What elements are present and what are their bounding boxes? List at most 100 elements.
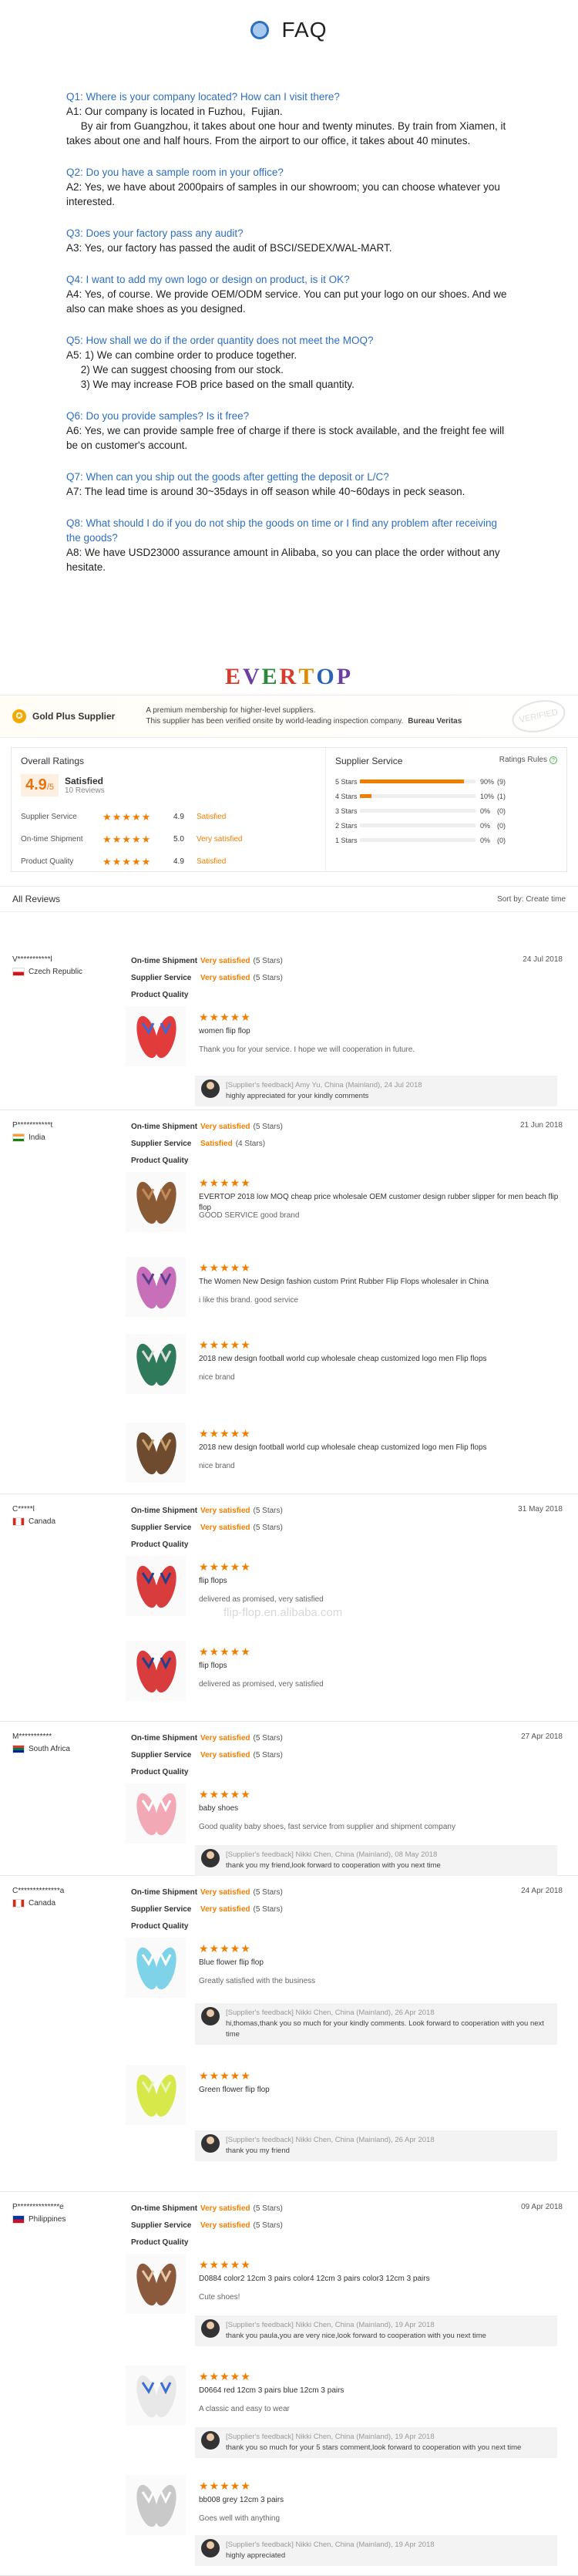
review-ratings: On-time Shipment Very satisfied (5 Stars) S…: [131, 1729, 283, 1780]
product-thumbnail[interactable]: [126, 1783, 186, 1844]
product-star-rating: ★★★★★: [199, 1261, 251, 1274]
reviewer-name: P**************e: [12, 2203, 64, 2211]
reviewer-name: C*****l: [12, 1505, 35, 1514]
reviewer-name: C**************a: [12, 1887, 65, 1895]
product-thumbnail[interactable]: [126, 1641, 186, 1701]
gold-medal-icon: ✪: [12, 709, 26, 723]
faq-answer: A2: Yes, we have about 2000pairs of samp…: [66, 181, 503, 207]
reviewer-name: M***********: [12, 1732, 52, 1741]
country-name: Canada: [29, 1899, 56, 1908]
rating-value: Satisfied: [200, 1139, 233, 1148]
product-thumbnail[interactable]: [126, 1172, 186, 1232]
product-thumbnail[interactable]: [126, 1423, 186, 1483]
brand-letter: E: [224, 664, 243, 689]
ratings-rules-link[interactable]: Ratings Rules?: [499, 756, 557, 766]
reviewer-country: Philippines: [12, 2215, 66, 2224]
flag-icon: [12, 1745, 25, 1753]
dimension-label: Satisfied: [197, 857, 227, 866]
rating-dimension: On-time Shipment ★★★★★ 5.0 Very satisfied: [21, 828, 316, 850]
product-title-link[interactable]: The Women New Design fashion custom Prin…: [199, 1277, 561, 1288]
flag-icon: [12, 2215, 25, 2224]
feedback-author: [Supplier's feedback] Amy Yu, China (Mai…: [226, 1081, 422, 1089]
product-title-link[interactable]: 2018 new design football world cup whole…: [199, 1354, 561, 1365]
product-thumbnail[interactable]: [126, 1257, 186, 1317]
dimension-label: Very satisfied: [197, 835, 243, 844]
rating-row: Supplier Service Satisfied (4 Stars): [131, 1135, 283, 1152]
review-comment: A classic and easy to wear: [199, 2405, 290, 2413]
review-card: P***********t India 21 Jun 2018 On-time Shi…: [0, 1110, 578, 1494]
supplier-section: EVERTOP ✪ Gold Plus Supplier A premium m…: [0, 659, 578, 912]
product-title-link[interactable]: Blue flower flip flop: [199, 1958, 561, 1968]
rating-stars-count: (5 Stars): [253, 1887, 283, 1897]
rating-row: Product Quality: [131, 1152, 283, 1169]
faq-item: Q7: When can you ship out the goods afte…: [66, 470, 512, 499]
overall-ratings: Overall Ratings 4.9/5 Satisfied 10 Revie…: [12, 748, 326, 871]
faq-question: Q8: What should I do if you do not ship …: [66, 517, 498, 544]
rating-value: Very satisfied: [200, 1733, 250, 1743]
rating-label: Product Quality: [131, 990, 189, 999]
star-bar-track: [360, 838, 476, 842]
rating-value: Very satisfied: [200, 1122, 250, 1131]
review-ratings: On-time Shipment Very satisfied (5 Stars) S…: [131, 1884, 283, 1935]
country-name: Canada: [29, 1517, 56, 1526]
service-title: Supplier Service: [335, 756, 403, 766]
feedback-text: thank you so much for your 5 stars comme…: [226, 2443, 522, 2452]
star-bar-row: 5 Stars 90% (9): [335, 774, 557, 789]
product-title-link[interactable]: 2018 new design football world cup whole…: [199, 1443, 561, 1453]
sort-dropdown[interactable]: Sort by: Create time: [497, 895, 566, 904]
score-max: /5: [46, 783, 54, 792]
star-bar-label: 4 Stars: [335, 792, 358, 800]
supplier-feedback: [Supplier's feedback] Nikki Chen, China …: [195, 2427, 557, 2458]
product-thumbnail[interactable]: [126, 1334, 186, 1394]
product-title-link[interactable]: baby shoes: [199, 1803, 561, 1814]
faq-question: Q1: Where is your company located? How c…: [66, 91, 340, 103]
rating-row: Supplier Service Very satisfied (5 Stars): [131, 969, 283, 986]
review-date: 09 Apr 2018: [521, 2203, 563, 2211]
faq-item: Q1: Where is your company located? How c…: [66, 89, 512, 148]
rating-value: Very satisfied: [200, 956, 250, 965]
product-title-link[interactable]: D0884 color2 12cm 3 pairs color4 12cm 3 …: [199, 2274, 561, 2285]
star-bar-row: 2 Stars 0% (0): [335, 818, 557, 833]
brand-letter: R: [279, 664, 299, 689]
country-name: Philippines: [29, 2215, 66, 2224]
product-thumbnail[interactable]: [126, 2065, 186, 2125]
faq-answer: A7: The lead time is around 30~35days in…: [66, 486, 465, 497]
review-date: 27 Apr 2018: [521, 1732, 563, 1741]
supplier-avatar: [201, 2319, 220, 2338]
overall-ratings-title: Overall Ratings: [21, 756, 85, 766]
faq-item: Q2: Do you have a sample room in your of…: [66, 165, 512, 209]
review-card: C**************a Canada 24 Apr 2018 On-time…: [0, 1876, 578, 2192]
product-star-rating: ★★★★★: [199, 1942, 251, 1955]
rating-label: Product Quality: [131, 1921, 189, 1931]
product-title-link[interactable]: D0664 red 12cm 3 pairs blue 12cm 3 pairs: [199, 2386, 561, 2396]
product-thumbnail[interactable]: [126, 1938, 186, 1998]
review-ratings: On-time Shipment Very satisfied (5 Stars) S…: [131, 2200, 283, 2251]
review-count: 10 Reviews: [65, 786, 105, 795]
rating-row: On-time Shipment Very satisfied (5 Stars): [131, 952, 283, 969]
product-title-link[interactable]: Green flower flip flop: [199, 2085, 561, 2096]
product-title-link[interactable]: flip flops: [199, 1576, 561, 1587]
feedback-author: [Supplier's feedback] Nikki Chen, China …: [226, 2321, 435, 2329]
review-card: C*****l Canada 31 May 2018 On-time Shipment…: [0, 1494, 578, 1722]
shoe-thumbnail-graphic: [126, 1334, 186, 1394]
product-title-link[interactable]: women flip flop: [199, 1026, 561, 1037]
rating-stars-count: (5 Stars): [253, 1904, 283, 1914]
product-thumbnail[interactable]: [126, 1556, 186, 1616]
dimension-score: 5.0: [173, 835, 184, 844]
rating-value: Very satisfied: [200, 1523, 250, 1532]
product-thumbnail[interactable]: [126, 2366, 186, 2426]
star-bar-percent: 0%: [480, 821, 491, 830]
faq-question: Q4: I want to add my own logo or design …: [66, 274, 350, 285]
product-title-link[interactable]: bb008 grey 12cm 3 pairs: [199, 2495, 561, 2506]
overall-label: Satisfied: [65, 776, 104, 786]
product-thumbnail[interactable]: [126, 2254, 186, 2314]
reviewer-country: Canada: [12, 1517, 55, 1526]
product-thumbnail[interactable]: [126, 2475, 186, 2535]
product-title-link[interactable]: flip flops: [199, 1661, 561, 1672]
rating-stars-count: (5 Stars): [253, 2204, 283, 2213]
rating-stars-count: (5 Stars): [253, 973, 283, 982]
product-thumbnail[interactable]: [126, 1006, 186, 1066]
feedback-text: thank you my friend,look forward to coop…: [226, 1861, 441, 1870]
shoe-thumbnail-graphic: [126, 2366, 186, 2426]
shoe-thumbnail-graphic: [126, 1783, 186, 1844]
